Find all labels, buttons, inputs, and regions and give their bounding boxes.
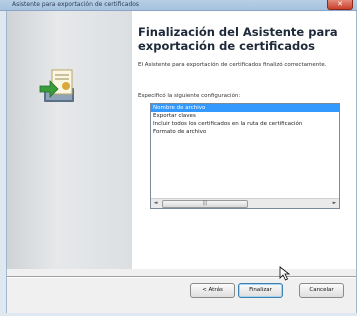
settings-label: Especificó la siguiente configuración: bbox=[138, 93, 241, 99]
horizontal-scrollbar[interactable]: ◄ ||| ► bbox=[151, 198, 339, 208]
wizard-window: Finalización del Asistente para exportac… bbox=[6, 11, 357, 313]
list-item[interactable]: Formato de archivo bbox=[151, 128, 339, 136]
close-button[interactable]: ✕ bbox=[327, 0, 353, 10]
scrollbar-thumb[interactable]: ||| bbox=[162, 200, 248, 208]
divider bbox=[7, 276, 356, 278]
certificate-export-icon bbox=[39, 69, 74, 102]
mouse-pointer-icon bbox=[279, 266, 291, 281]
title-bar: Asistente para exportación de certificad… bbox=[0, 0, 357, 11]
wizard-side-panel bbox=[7, 11, 132, 269]
list-item[interactable]: Exportar claves bbox=[151, 112, 339, 120]
page-title: Finalización del Asistente para exportac… bbox=[138, 25, 338, 53]
window-title: Asistente para exportación de certificad… bbox=[12, 1, 140, 8]
wizard-content: Finalización del Asistente para exportac… bbox=[132, 11, 356, 269]
list-item[interactable]: Incluir todos los certificados en la rut… bbox=[151, 120, 339, 128]
scroll-right-icon[interactable]: ► bbox=[330, 199, 339, 208]
scroll-left-icon[interactable]: ◄ bbox=[151, 199, 160, 208]
completion-message: El Asistente para exportación de certifi… bbox=[138, 62, 327, 68]
cancel-button[interactable]: Cancelar bbox=[299, 283, 344, 298]
list-item[interactable]: Nombre de archivo bbox=[151, 104, 339, 112]
back-button[interactable]: < Atrás bbox=[190, 283, 235, 298]
finish-button[interactable]: Finalizar bbox=[238, 283, 283, 298]
settings-listbox[interactable]: Nombre de archivo Exportar claves Inclui… bbox=[150, 103, 340, 209]
